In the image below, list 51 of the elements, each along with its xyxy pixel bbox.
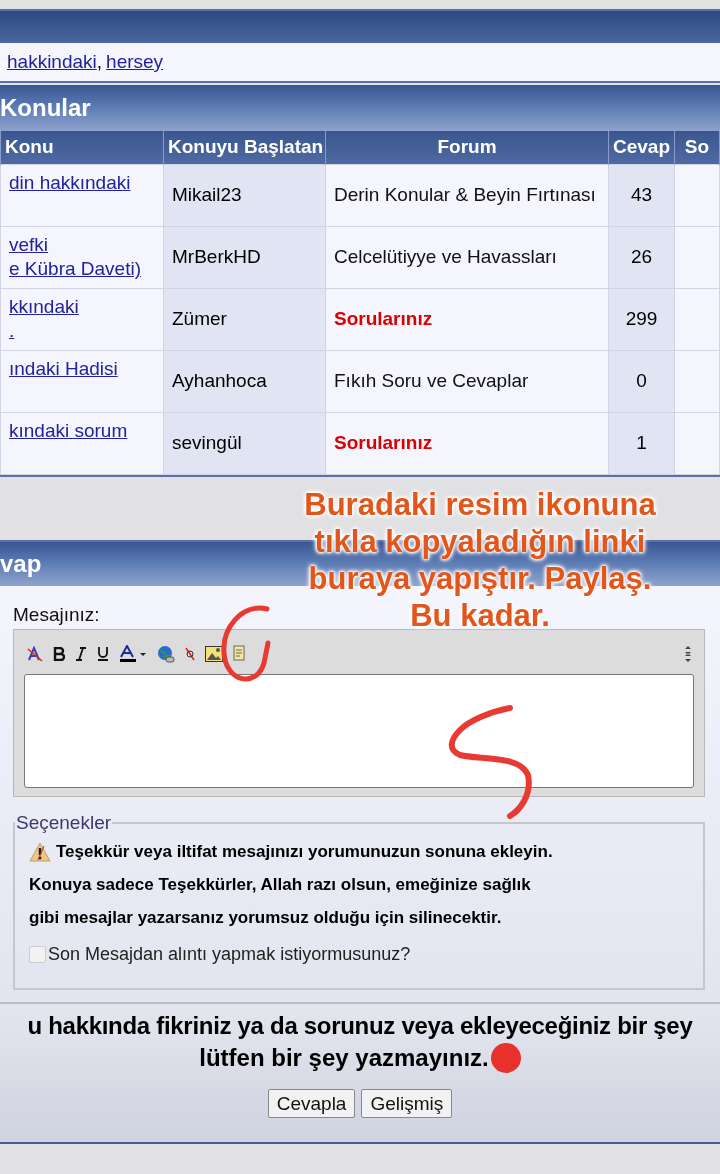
starter-cell: Zümer	[163, 288, 326, 350]
replies-cell: 1	[608, 412, 675, 474]
italic-icon[interactable]	[75, 646, 87, 661]
resize-arrows-icon[interactable]	[684, 644, 692, 663]
warning-icon	[29, 842, 51, 862]
underline-icon[interactable]	[97, 646, 109, 661]
topic-link[interactable]: din hakkındaki	[9, 170, 155, 195]
quote-checkbox-label: Son Mesajdan alıntı yapmak istiyormusunuz?	[48, 943, 411, 966]
message-input[interactable]	[24, 673, 694, 788]
starter-cell: sevingül	[163, 412, 326, 474]
topic-link[interactable]: ındaki Hadisi	[9, 356, 155, 381]
replies-cell: 0	[608, 350, 675, 412]
starter-cell: MrBerkHD	[163, 226, 326, 288]
forum-cell: Sorularınız	[325, 412, 609, 474]
panel-header: Konular	[0, 85, 720, 131]
column-header: Cevap	[608, 131, 675, 164]
notice-text: Teşekkür veya iltifat mesajınızı yorumunuzun sonuna ekleyin.	[56, 841, 553, 864]
form-button[interactable]: Cevapla	[267, 1089, 356, 1118]
text-color-icon[interactable]	[119, 644, 147, 663]
notice-heading: u hakkında fikriniz ya da sorunuz veya ekleyeceğiniz bir şey	[26, 1011, 694, 1041]
column-header: Konuyu Başlatan	[163, 131, 326, 164]
forum-cell: Fıkıh Soru ve Cevaplar	[325, 350, 609, 412]
replies-cell: 299	[608, 288, 675, 350]
link-globe-icon[interactable]	[157, 644, 175, 663]
tag-link[interactable]: hersey	[106, 47, 164, 77]
quote-checkbox[interactable]	[29, 946, 46, 963]
notice-heading: lütfen bir şey yazmayınız.	[199, 1043, 489, 1073]
replies-cell: 26	[608, 226, 675, 288]
notice-text: gibi mesajlar yazarsanız yorumsuz olduğu için silinecektir.	[29, 907, 503, 930]
topic-link[interactable]: vefki e Kübra Daveti)	[9, 232, 155, 281]
starter-cell: Ayhanhoca	[163, 350, 326, 412]
form-button[interactable]: Gelişmiş	[361, 1089, 453, 1118]
bold-icon[interactable]	[53, 646, 65, 661]
column-header: Konu	[0, 131, 164, 164]
forum-cell: Celcelütiyye ve Havassları	[325, 226, 609, 288]
replies-cell: 43	[608, 164, 675, 226]
column-header: So	[674, 131, 720, 164]
remove-format-icon[interactable]	[27, 645, 43, 662]
starter-cell: Mikail23	[163, 164, 326, 226]
comma: ,	[96, 49, 103, 74]
tag-link[interactable]: hakkindaki	[7, 47, 97, 77]
image-icon[interactable]	[205, 645, 223, 662]
topic-link[interactable]: kındaki sorum	[9, 418, 155, 443]
unlink-icon[interactable]	[185, 645, 195, 662]
forum-cell: Sorularınız	[325, 288, 609, 350]
options-legend: Seçenekler	[15, 808, 113, 837]
notice-text: Konuya sadece Teşekkürler, Allah razı olsun, emeğinize sağlık	[29, 874, 532, 897]
column-header: Forum	[325, 131, 609, 164]
forum-cell: Derin Konular & Beyin Fırtınası	[325, 164, 609, 226]
message-label: Mesajınız:	[13, 603, 100, 626]
topic-link[interactable]: kkındaki .	[9, 294, 155, 343]
